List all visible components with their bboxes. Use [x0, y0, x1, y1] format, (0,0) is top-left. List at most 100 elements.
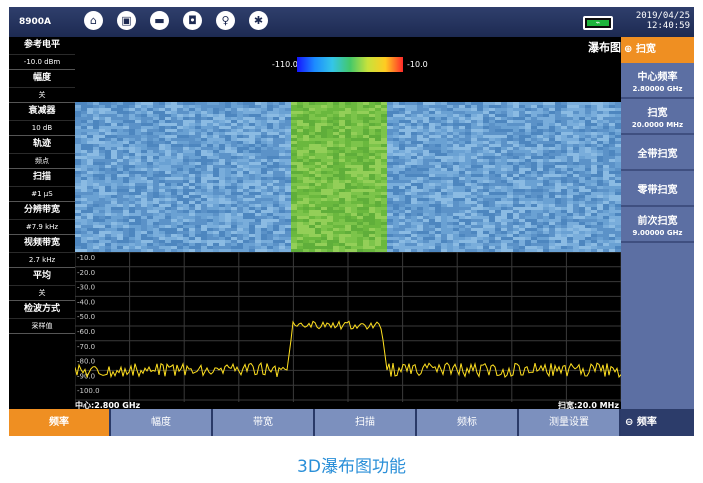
waterfall-noise-cell	[279, 135, 285, 138]
home-icon[interactable]: ⌂	[84, 11, 103, 30]
span-button[interactable]: 扫宽 20.0000 MHz	[621, 99, 694, 135]
waterfall-noise-cell	[243, 132, 249, 135]
waterfall-noise-cell	[471, 228, 477, 231]
waterfall-signal-cell	[321, 216, 327, 219]
waterfall-signal-cell	[321, 246, 327, 249]
waterfall-signal-cell	[309, 120, 315, 123]
waterfall-signal-cell	[369, 240, 375, 243]
waterfall-noise-cell	[225, 159, 231, 162]
waterfall-noise-cell	[123, 219, 129, 222]
waterfall-signal-cell	[291, 213, 297, 216]
waterfall-signal-cell	[351, 246, 357, 249]
waterfall-noise-cell	[585, 141, 591, 144]
waterfall-noise-cell	[537, 198, 543, 201]
settings-icon[interactable]: ✱	[249, 11, 268, 30]
ref-level-label[interactable]: 参考电平	[9, 37, 75, 55]
waterfall-noise-cell	[525, 198, 531, 201]
waterfall-noise-cell	[255, 171, 261, 174]
waterfall-signal-cell	[369, 165, 375, 168]
tab-bandwidth[interactable]: 带宽	[213, 409, 313, 436]
waterfall-noise-cell	[561, 132, 567, 135]
waterfall-noise-cell	[411, 225, 417, 228]
rbw-label[interactable]: 分辨带宽	[9, 202, 75, 220]
waterfall-noise-cell	[405, 120, 411, 123]
waterfall-noise-cell	[525, 219, 531, 222]
waterfall-noise-cell	[543, 129, 549, 132]
waterfall-signal-cell	[309, 192, 315, 195]
waterfall-signal-cell	[309, 153, 315, 156]
waterfall-noise-cell	[93, 213, 99, 216]
waterfall-noise-cell	[477, 201, 483, 204]
zero-span-button[interactable]: 零带扫宽	[621, 171, 694, 207]
waterfall-signal-cell	[297, 183, 303, 186]
waterfall-noise-cell	[189, 132, 195, 135]
tab-measurement[interactable]: 测量设置	[519, 409, 619, 436]
waterfall-noise-cell	[153, 174, 159, 177]
average-label[interactable]: 平均	[9, 268, 75, 286]
center-frequency-button[interactable]: 中心频率 2.80000 GHz	[621, 63, 694, 99]
waterfall-plot[interactable]	[75, 102, 621, 252]
waterfall-signal-cell	[381, 186, 387, 189]
waterfall-noise-cell	[555, 222, 561, 225]
bulb-icon[interactable]: ♀	[216, 11, 235, 30]
waterfall-signal-cell	[321, 225, 327, 228]
folder-icon[interactable]: ▣	[117, 11, 136, 30]
waterfall-noise-cell	[411, 183, 417, 186]
waterfall-noise-cell	[249, 141, 255, 144]
waterfall-noise-cell	[165, 105, 171, 108]
vbw-label[interactable]: 视频带宽	[9, 235, 75, 253]
waterfall-noise-cell	[543, 174, 549, 177]
screen-icon[interactable]: ▬	[150, 11, 169, 30]
sweep-value: #1 μS	[9, 187, 75, 202]
waterfall-noise-cell	[537, 159, 543, 162]
waterfall-noise-cell	[171, 168, 177, 171]
waterfall-noise-cell	[609, 132, 615, 135]
tab-frequency[interactable]: 频率	[9, 409, 109, 436]
waterfall-signal-cell	[375, 159, 381, 162]
waterfall-noise-cell	[453, 231, 459, 234]
waterfall-noise-cell	[207, 210, 213, 213]
waterfall-noise-cell	[447, 120, 453, 123]
waterfall-noise-cell	[609, 162, 615, 165]
waterfall-signal-cell	[327, 246, 333, 249]
waterfall-noise-cell	[525, 216, 531, 219]
waterfall-noise-cell	[75, 105, 81, 108]
waterfall-noise-cell	[141, 186, 147, 189]
waterfall-noise-cell	[489, 102, 495, 105]
waterfall-noise-cell	[459, 216, 465, 219]
spectrum-plot[interactable]: -10.0 -20.0 -30.0 -40.0 -50.0 -60.0 -70.0 -80.0…	[75, 252, 621, 402]
waterfall-noise-cell	[543, 234, 549, 237]
tab-sweep[interactable]: 扫描	[315, 409, 415, 436]
waterfall-signal-cell	[291, 129, 297, 132]
waterfall-noise-cell	[453, 183, 459, 186]
current-menu-indicator[interactable]: ⊖ 频率	[621, 409, 694, 436]
sweep-label[interactable]: 扫描	[9, 169, 75, 187]
waterfall-noise-cell	[99, 111, 105, 114]
trace-label[interactable]: 轨迹	[9, 136, 75, 154]
waterfall-noise-cell	[135, 201, 141, 204]
waterfall-noise-cell	[483, 120, 489, 123]
waterfall-noise-cell	[99, 162, 105, 165]
amplitude-label[interactable]: 幅度	[9, 70, 75, 88]
attenuator-label[interactable]: 衰减器	[9, 103, 75, 121]
waterfall-noise-cell	[111, 162, 117, 165]
detector-label[interactable]: 检波方式	[9, 301, 75, 319]
tab-amplitude[interactable]: 幅度	[111, 409, 211, 436]
waterfall-noise-cell	[411, 150, 417, 153]
waterfall-noise-cell	[387, 120, 393, 123]
waterfall-signal-cell	[369, 183, 375, 186]
waterfall-noise-cell	[183, 138, 189, 141]
waterfall-signal-cell	[333, 195, 339, 198]
waterfall-noise-cell	[453, 165, 459, 168]
last-span-button[interactable]: 前次扫宽 9.00000 GHz	[621, 207, 694, 243]
waterfall-noise-cell	[189, 195, 195, 198]
tab-marker[interactable]: 频标	[417, 409, 517, 436]
waterfall-noise-cell	[177, 213, 183, 216]
waterfall-noise-cell	[243, 192, 249, 195]
waterfall-noise-cell	[513, 114, 519, 117]
waterfall-noise-cell	[225, 210, 231, 213]
waterfall-noise-cell	[171, 138, 177, 141]
full-span-button[interactable]: 全带扫宽	[621, 135, 694, 171]
waterfall-noise-cell	[147, 210, 153, 213]
save-icon[interactable]: ◘	[183, 11, 202, 30]
